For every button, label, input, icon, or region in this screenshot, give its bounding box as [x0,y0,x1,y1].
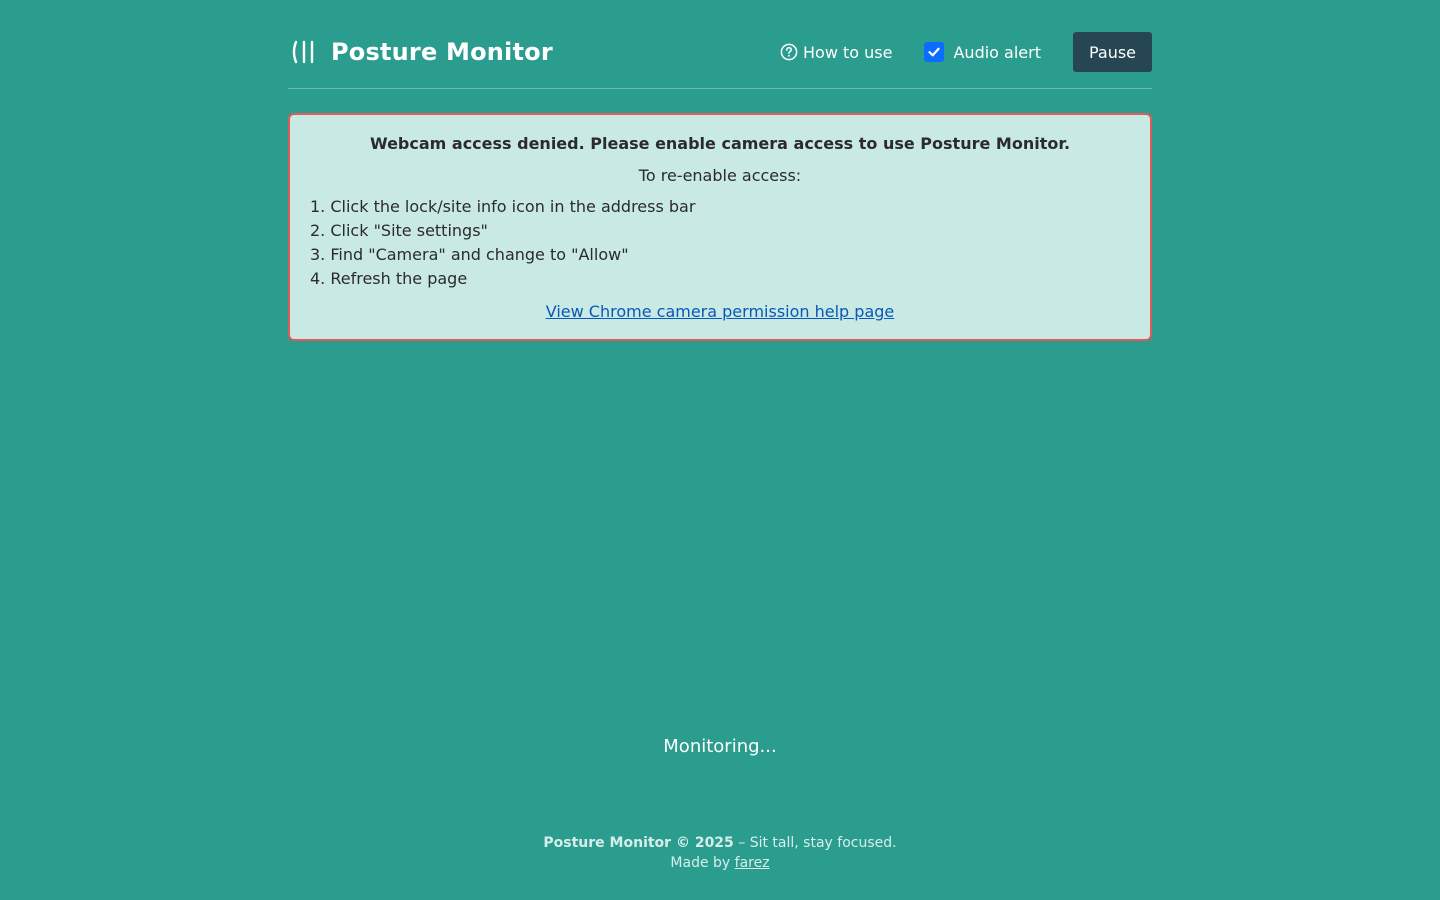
footer-tagline: – Sit tall, stay focused. [733,835,897,851]
alert-subtitle: To re-enable access: [638,166,802,185]
made-by-label: Made by [670,855,735,871]
header: Posture Monitor How to use Audio alert P… [288,0,1152,89]
chrome-help-link[interactable]: View Chrome camera permission help page [546,302,895,321]
footer-brand: Posture Monitor © 2025 [543,835,734,851]
footer-line-1: Posture Monitor © 2025 – Sit tall, stay … [288,833,1152,853]
footer: Posture Monitor © 2025 – Sit tall, stay … [288,833,1152,873]
how-to-use-label: How to use [803,42,893,62]
audio-alert-checkbox[interactable] [924,42,945,62]
header-nav: How to use Audio alert Pause [780,32,1152,72]
how-to-use-link[interactable]: How to use [780,43,892,62]
page: Posture Monitor How to use Audio alert P… [288,0,1152,900]
posture-lines-icon [292,40,314,64]
audio-alert-toggle[interactable]: Audio alert [924,42,1041,62]
audio-alert-label: Audio alert [953,42,1041,62]
monitoring-status: Monitoring... [663,736,777,757]
list-item: 4. Refresh the page [310,269,468,288]
list-item: 2. Click "Site settings" [310,221,488,240]
checkmark-icon [928,47,941,57]
brand: Posture Monitor [288,32,553,72]
pause-button[interactable]: Pause [1073,32,1152,72]
help-link-row: View Chrome camera permission help page [290,302,1150,321]
footer-line-2: Made by farez [288,853,1152,873]
alert-title: Webcam access denied. Please enable came… [369,134,1071,153]
question-circle-icon [780,43,798,61]
author-link[interactable]: farez [735,855,770,871]
list-item: 3. Find "Camera" and change to "Allow" [310,245,629,264]
list-item: 1. Click the lock/site info icon in the … [310,197,696,216]
app-title: Posture Monitor [331,38,553,66]
steps-list: 1. Click the lock/site info icon in the … [310,195,695,291]
webcam-denied-alert: Webcam access denied. Please enable came… [288,113,1152,341]
